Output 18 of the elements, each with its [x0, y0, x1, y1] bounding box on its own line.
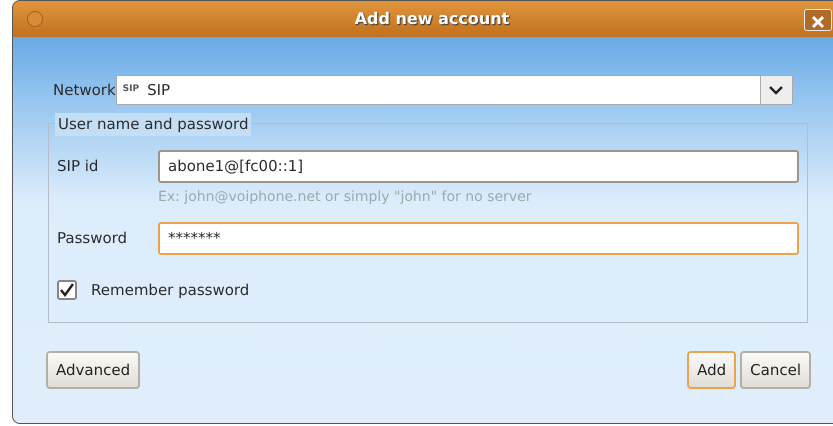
advanced-button[interactable]: Advanced — [46, 351, 140, 389]
remember-checkbox[interactable] — [57, 280, 77, 300]
sip-icon: SIP — [122, 83, 140, 97]
close-icon — [810, 14, 826, 30]
close-button[interactable] — [804, 9, 832, 31]
password-field[interactable]: ******* — [158, 222, 799, 255]
network-label: Network — [53, 80, 116, 101]
network-dropdown[interactable]: SIP SIP — [116, 75, 793, 105]
field-label: Password — [57, 228, 128, 250]
caret-icon — [769, 85, 784, 95]
window-title: Add new account — [354, 8, 510, 30]
add-button[interactable]: Add — [687, 351, 736, 389]
cancel-button[interactable]: Cancel — [740, 351, 811, 389]
sip-id-field[interactable]: abone1@[fc00::1] — [158, 150, 799, 183]
group-legend: User name and password — [55, 113, 252, 136]
field-label: SIP id — [57, 156, 100, 178]
hint-text: Ex: john@voiphone.net or simply "john" for no server — [158, 188, 532, 207]
checkbox-label[interactable]: Remember password — [91, 279, 250, 302]
